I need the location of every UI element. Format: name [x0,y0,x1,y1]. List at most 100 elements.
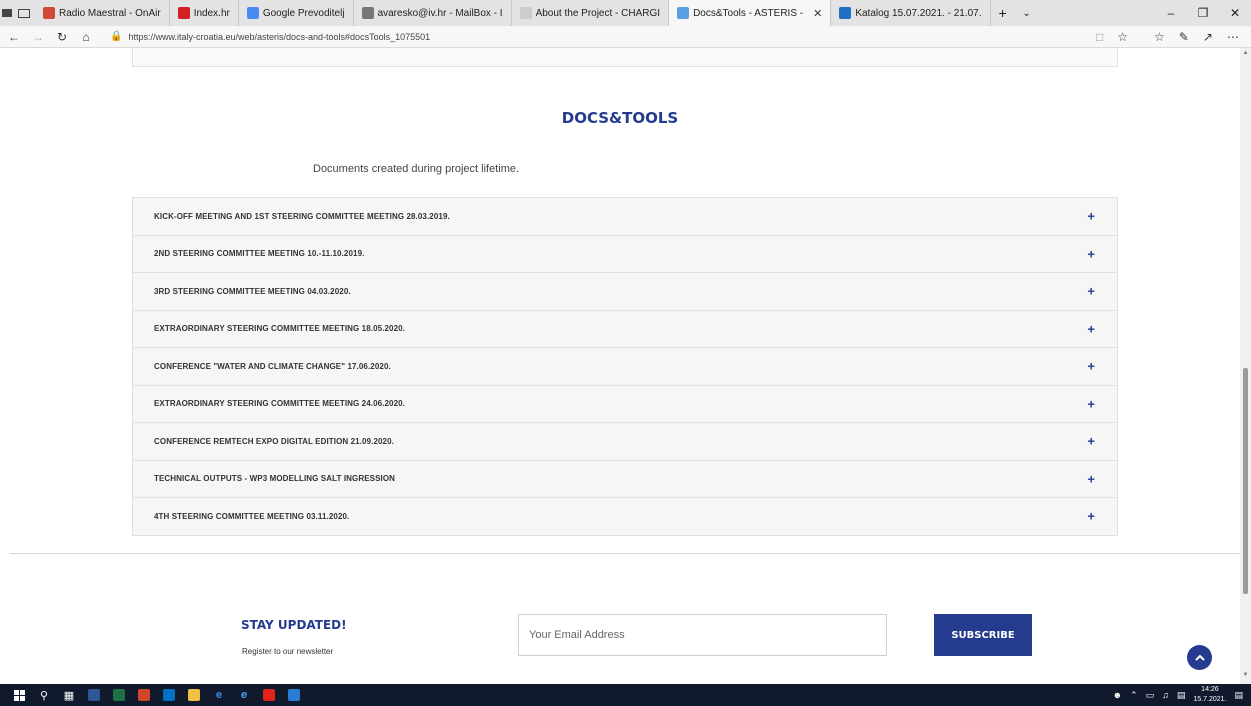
word-app-icon[interactable] [83,684,105,706]
edge-browser-icon[interactable]: e [208,684,230,706]
browser-tab[interactable]: Google Prevoditelj [239,0,354,26]
tab-favicon-icon [177,7,190,19]
tab-favicon-icon [839,7,852,19]
expand-plus-icon[interactable]: + [1087,471,1095,486]
scrollbar-thumb[interactable] [1243,368,1248,594]
notifications-icon[interactable]: ▤ [1234,690,1243,701]
clock-date: 15.7.2021. [1193,696,1227,703]
accordion-item[interactable]: 4TH STEERING COMMITTEE MEETING 03.11.202… [132,497,1118,536]
back-arrow-icon[interactable]: ← [4,30,24,44]
email-field[interactable] [518,614,887,656]
forward-arrow-icon[interactable]: → [28,30,48,44]
expand-plus-icon[interactable]: + [1087,209,1095,224]
accordion-item-label: 4TH STEERING COMMITTEE MEETING 03.11.202… [154,511,350,521]
file-explorer-icon[interactable] [183,684,205,706]
language-icon[interactable]: ▤ [1177,690,1186,701]
close-window-button[interactable]: ✕ [1219,6,1251,20]
network-icon[interactable]: ▭ [1146,690,1155,701]
browser-tab[interactable]: avaresko@iv.hr - MailBox - I [354,0,512,26]
scroll-to-top-button[interactable] [1187,645,1212,670]
tab-label: Docs&Tools - ASTERIS - [693,7,804,19]
accordion-item-label: EXTRAORDINARY STEERING COMMITTEE MEETING… [154,399,406,409]
accordion-item-label: 3RD STEERING COMMITTEE MEETING 04.03.202… [154,286,351,296]
outlook-app-icon[interactable] [158,684,180,706]
excel-app-icon[interactable] [108,684,130,706]
expand-plus-icon[interactable]: + [1087,359,1095,374]
home-icon[interactable]: ⌂ [76,30,96,44]
url-field[interactable]: 🔒 https://www.italy-croatia.eu/web/aster… [110,31,1090,42]
accordion-item[interactable]: 3RD STEERING COMMITTEE MEETING 04.03.202… [132,272,1118,311]
expand-plus-icon[interactable]: + [1087,434,1095,449]
address-bar: ← → ↻ ⌂ 🔒 https://www.italy-croatia.eu/w… [0,26,1251,48]
accordion-item[interactable]: EXTRAORDINARY STEERING COMMITTEE MEETING… [132,309,1118,348]
tab-label: avaresko@iv.hr - MailBox - I [377,7,503,19]
favorite-star-icon[interactable]: ☆ [1117,30,1128,44]
accordion-item[interactable]: KICK-OFF MEETING AND 1ST STEERING COMMIT… [132,197,1118,236]
page-subtitle: Documents created during project lifetim… [313,163,520,175]
tab-label: Radio Maestral - OnAir [59,7,161,19]
taskbar-clock[interactable]: 14:26 15.7.2021. [1193,685,1226,705]
expand-plus-icon[interactable]: + [1087,509,1095,524]
scroll-down-arrow-icon[interactable]: ▼ [1240,672,1251,682]
expand-plus-icon[interactable]: + [1087,246,1095,261]
expand-plus-icon[interactable]: + [1087,396,1095,411]
browser-tab-bar: Radio Maestral - OnAir Index.hr Google Pre… [0,0,1251,26]
accordion-item-label: TECHNICAL OUTPUTS - WP3 MODELLING SALT I… [154,474,396,484]
accordion-item[interactable]: CONFERENCE REMTECH EXPO DIGITAL EDITION … [132,422,1118,461]
tab-label: Index.hr [193,7,230,19]
expand-plus-icon[interactable]: + [1087,321,1095,336]
acrobat-app-icon[interactable] [258,684,280,706]
task-view-icon[interactable]: ▦ [58,684,80,706]
favorites-list-icon[interactable]: ☆ [1154,30,1165,44]
tray-chevron-up-icon[interactable]: ⌃ [1130,690,1138,701]
windows-start-icon[interactable] [8,684,30,706]
tab-label: Google Prevoditelj [262,7,345,19]
accordion-item[interactable]: EXTRAORDINARY STEERING COMMITTEE MEETING… [132,384,1118,423]
accordion-item-label: KICK-OFF MEETING AND 1ST STEERING COMMIT… [154,211,450,221]
tab-label: Katalog 15.07.2021. - 21.07. [855,7,982,19]
tab-preview-icon[interactable] [13,0,35,26]
scroll-up-arrow-icon[interactable]: ▲ [1240,50,1251,60]
browser-tab[interactable]: Radio Maestral - OnAir [35,0,170,26]
lock-icon: 🔒 [110,31,123,42]
more-icon[interactable]: ⋯ [1227,30,1239,44]
word-document-icon[interactable] [283,684,305,706]
powerpoint-app-icon[interactable] [133,684,155,706]
new-tab-button[interactable]: + [991,0,1015,26]
accordion-item-label: CONFERENCE REMTECH EXPO DIGITAL EDITION … [154,436,394,446]
reading-view-icon[interactable]: □ [1096,30,1103,44]
volume-icon[interactable]: ♫ [1162,690,1169,700]
restore-button[interactable]: ❐ [1187,6,1219,20]
tab-close-icon[interactable]: ✕ [813,7,822,20]
refresh-icon[interactable]: ↻ [52,30,72,44]
tab-favicon-icon [246,7,259,19]
accordion-item[interactable]: CONFERENCE "WATER AND CLIMATE CHANGE" 17… [132,347,1118,386]
url-text: https://www.italy-croatia.eu/web/asteris… [128,31,431,42]
accordion-item[interactable]: TECHNICAL OUTPUTS - WP3 MODELLING SALT I… [132,459,1118,498]
search-icon[interactable]: ⚲ [33,684,55,706]
content-box-bottom [132,48,1118,67]
chevron-up-icon [1194,654,1205,661]
expand-plus-icon[interactable]: + [1087,284,1095,299]
accordion-item-label: EXTRAORDINARY STEERING COMMITTEE MEETING… [154,324,406,334]
browser-tab[interactable]: Docs&Tools - ASTERIS - ✕ [669,0,832,26]
people-icon[interactable]: ☻ [1113,690,1122,700]
browser-tab[interactable]: About the Project - CHARGI [512,0,670,26]
pen-icon[interactable]: ✎ [1179,30,1189,44]
page-scrollbar[interactable]: ▲ ▼ [1240,48,1251,684]
newsletter-subtitle: Register to our newsletter [242,647,334,656]
share-icon[interactable]: ↗ [1203,30,1213,44]
browser-tab[interactable]: Katalog 15.07.2021. - 21.07. [831,0,991,26]
tab-actions-icon[interactable] [0,0,13,26]
subscribe-button[interactable]: SUBSCRIBE [934,614,1032,656]
tab-list-chevron-icon[interactable]: ⌄ [1015,0,1039,26]
browser-tab[interactable]: Index.hr [170,0,239,26]
docs-accordion: KICK-OFF MEETING AND 1ST STEERING COMMIT… [132,197,1118,536]
tab-favicon-icon [43,7,55,19]
minimize-button[interactable]: – [1155,6,1187,20]
page-title: DOCS&TOOLS [561,109,679,127]
page-content: DOCS&TOOLS Documents created during proj… [0,48,1240,684]
internet-explorer-icon[interactable]: e [233,684,255,706]
accordion-item-label: CONFERENCE "WATER AND CLIMATE CHANGE" 17… [154,361,391,371]
accordion-item[interactable]: 2ND STEERING COMMITTEE MEETING 10.-11.10… [132,234,1118,273]
